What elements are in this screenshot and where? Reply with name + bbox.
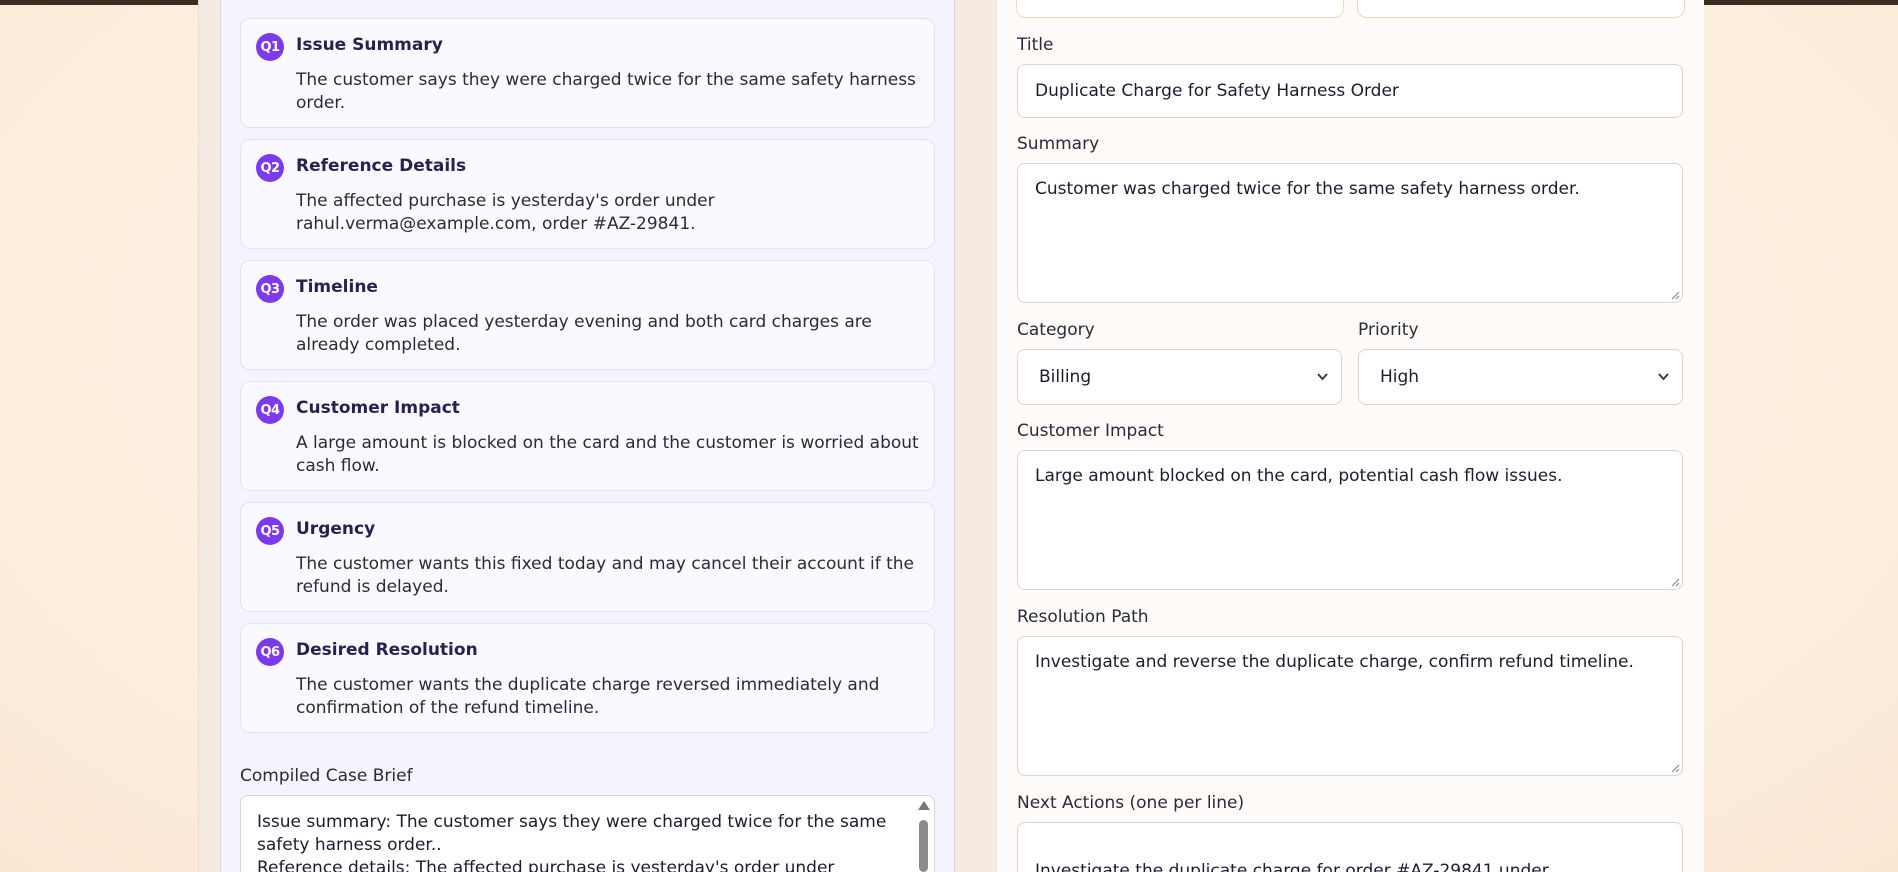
question-card-q4: Q4 Customer Impact A large amount is blo…: [240, 381, 935, 491]
partial-field-left[interactable]: [1016, 0, 1344, 18]
impact-label: Customer Impact: [1017, 421, 1164, 441]
next-actions-label: Next Actions (one per line): [1017, 793, 1245, 813]
q6-title: Desired Resolution: [296, 640, 478, 660]
q6-answer: The customer wants the duplicate charge …: [296, 675, 880, 718]
partial-field-right[interactable]: [1357, 0, 1685, 18]
resize-handle-icon[interactable]: [1670, 577, 1680, 587]
chevron-down-icon: [1317, 373, 1328, 381]
resize-handle-icon[interactable]: [1670, 763, 1680, 773]
q4-answer: A large amount is blocked on the card an…: [296, 433, 919, 476]
summary-textarea[interactable]: Customer was charged twice for the same …: [1017, 163, 1683, 303]
category-label: Category: [1017, 320, 1095, 340]
resolution-text: Investigate and reverse the duplicate ch…: [1035, 652, 1634, 672]
next-actions-textarea[interactable]: Investigate the duplicate charge for ord…: [1017, 822, 1683, 872]
title-label: Title: [1017, 35, 1054, 55]
q3-title: Timeline: [296, 277, 378, 297]
impact-textarea[interactable]: Large amount blocked on the card, potent…: [1017, 450, 1683, 590]
question-card-q2: Q2 Reference Details The affected purcha…: [240, 139, 935, 249]
q5-answer: The customer wants this fixed today and …: [296, 554, 915, 597]
chevron-down-icon: [1658, 373, 1669, 381]
question-card-q6: Q6 Desired Resolution The customer wants…: [240, 623, 935, 733]
scrollbar-thumb[interactable]: [919, 820, 928, 872]
q3-answer: The order was placed yesterday evening a…: [296, 312, 872, 355]
q4-title: Customer Impact: [296, 398, 460, 418]
case-brief-textarea[interactable]: Issue summary: The customer says they we…: [240, 795, 935, 872]
q2-badge: Q2: [256, 154, 284, 182]
question-card-q5: Q5 Urgency The customer wants this fixed…: [240, 502, 935, 612]
priority-label: Priority: [1358, 320, 1419, 340]
resolution-label: Resolution Path: [1017, 607, 1149, 627]
case-brief-text: Issue summary: The customer says they we…: [257, 812, 887, 872]
q2-title: Reference Details: [296, 156, 467, 176]
q4-badge: Q4: [256, 396, 284, 424]
priority-value: High: [1380, 367, 1420, 387]
summary-text: Customer was charged twice for the same …: [1035, 179, 1580, 199]
scroll-up-arrow-icon[interactable]: [918, 801, 930, 810]
priority-select[interactable]: High: [1358, 349, 1683, 405]
category-select[interactable]: Billing: [1017, 349, 1342, 405]
q2-answer: The affected purchase is yesterday's ord…: [296, 191, 715, 234]
title-input[interactable]: Duplicate Charge for Safety Harness Orde…: [1017, 64, 1683, 118]
q5-badge: Q5: [256, 517, 284, 545]
summary-label: Summary: [1017, 134, 1100, 154]
q1-badge: Q1: [256, 33, 284, 61]
resolution-textarea[interactable]: Investigate and reverse the duplicate ch…: [1017, 636, 1683, 776]
question-card-q3: Q3 Timeline The order was placed yesterd…: [240, 260, 935, 370]
q5-title: Urgency: [296, 519, 376, 539]
impact-text: Large amount blocked on the card, potent…: [1035, 466, 1563, 486]
resize-handle-icon[interactable]: [1670, 290, 1680, 300]
next-actions-text: Investigate the duplicate charge for ord…: [1035, 861, 1549, 872]
category-value: Billing: [1039, 367, 1092, 387]
q1-title: Issue Summary: [296, 35, 443, 55]
question-card-q1: Q1 Issue Summary The customer says they …: [240, 18, 935, 128]
q1-answer: The customer says they were charged twic…: [296, 70, 916, 113]
q6-badge: Q6: [256, 638, 284, 666]
case-brief-label: Compiled Case Brief: [240, 766, 413, 786]
q3-badge: Q3: [256, 275, 284, 303]
